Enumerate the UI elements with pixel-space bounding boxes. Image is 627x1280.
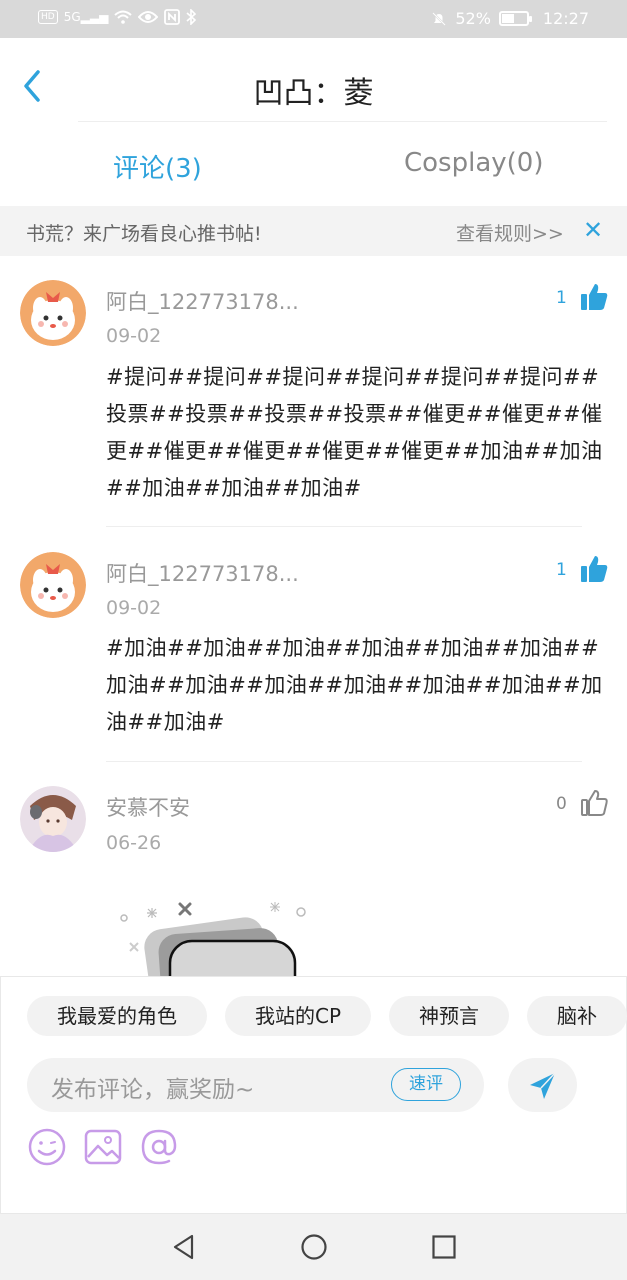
comment-username[interactable]: 阿白_122773178... — [106, 558, 299, 588]
comment-text: #提问##提问##提问##提问##提问##提问##投票##投票##投票##投票#… — [106, 365, 603, 500]
status-bar: HD 5G▂▃▅ 52% 12:27 — [0, 0, 627, 38]
thumbs-up-icon[interactable] — [579, 282, 609, 312]
comment-date: 06-26 — [106, 832, 162, 854]
comment-text: #加油##加油##加油##加油##加油##加油##加油##加油##加油##加油#… — [106, 636, 603, 734]
thumbs-up-outline-icon[interactable] — [579, 788, 609, 818]
mute-bell-icon — [432, 11, 447, 26]
signal-icon: 5G▂▃▅ — [63, 10, 109, 24]
wifi-icon — [114, 10, 132, 24]
notice-text[interactable]: 书荒？来广场看良心推书帖! — [26, 219, 262, 246]
header: 凹凸：菱 — [0, 38, 627, 122]
close-icon[interactable]: ✕ — [583, 216, 603, 244]
chip-my-cp[interactable]: 我站的CP — [225, 996, 372, 1036]
like-count: 0 — [556, 794, 567, 814]
send-icon — [530, 1072, 556, 1099]
battery-percent: 52% — [455, 9, 491, 28]
comment-date: 09-02 — [106, 325, 162, 347]
comment-username[interactable]: 安慕不安 — [106, 792, 190, 822]
thumbs-up-icon[interactable] — [579, 554, 609, 584]
back-triangle-icon[interactable] — [169, 1232, 199, 1262]
avatar[interactable] — [20, 552, 86, 618]
eye-icon — [138, 11, 159, 23]
like-count: 1 — [556, 560, 567, 580]
chip-prophecy[interactable]: 神预言 — [389, 996, 510, 1036]
chip-headcanon[interactable]: 脑补 — [527, 996, 627, 1036]
comment-divider — [106, 526, 582, 527]
header-divider — [78, 121, 607, 122]
recents-square-icon[interactable] — [429, 1232, 459, 1262]
tab-comments[interactable]: 评论(3) — [113, 148, 202, 185]
status-right: 52% 12:27 — [431, 9, 589, 28]
hd-badge: HD — [38, 10, 58, 24]
page-title: 凹凸：菱 — [253, 76, 374, 111]
comment-input-placeholder: 发布评论，赢奖励~ — [51, 1077, 255, 1103]
tab-cosplay[interactable]: Cosplay(0) — [404, 148, 543, 178]
comment-divider — [106, 761, 582, 762]
view-rules-link[interactable]: 查看规则>> — [456, 219, 564, 246]
avatar[interactable] — [20, 280, 86, 346]
quick-review-button[interactable]: 速评 — [391, 1068, 461, 1101]
signal-label: 5G — [63, 10, 81, 24]
comment-input[interactable]: 发布评论，赢奖励~ 速评 — [27, 1058, 484, 1112]
notice-banner: 书荒？来广场看良心推书帖! 查看规则>> ✕ — [0, 206, 627, 256]
clock: 12:27 — [542, 9, 589, 28]
like-count: 1 — [556, 288, 567, 308]
status-left: HD 5G▂▃▅ — [38, 9, 197, 25]
mention-icon[interactable] — [139, 1127, 179, 1167]
topic-chips: 我最爱的角色 我站的CP 神预言 脑补 — [27, 996, 627, 1036]
avatar[interactable] — [20, 786, 86, 852]
image-icon[interactable] — [83, 1127, 123, 1167]
send-button[interactable] — [508, 1058, 577, 1112]
comment-composer: 我最爱的角色 我站的CP 神预言 脑补 发布评论，赢奖励~ 速评 — [0, 976, 627, 1214]
battery-fill — [501, 14, 514, 23]
chip-favorite-character[interactable]: 我最爱的角色 — [27, 996, 207, 1036]
system-nav-bar — [0, 1214, 627, 1280]
tab-bar: 评论(3) Cosplay(0) — [0, 128, 627, 204]
comment-username[interactable]: 阿白_122773178... — [106, 286, 299, 316]
emoji-icon[interactable] — [27, 1127, 67, 1167]
home-circle-icon[interactable] — [299, 1232, 329, 1262]
nfc-icon — [164, 9, 181, 25]
bluetooth-icon — [186, 9, 197, 25]
empty-state-illustration — [120, 902, 306, 978]
comment-date: 09-02 — [106, 597, 162, 619]
battery-icon — [498, 11, 532, 26]
